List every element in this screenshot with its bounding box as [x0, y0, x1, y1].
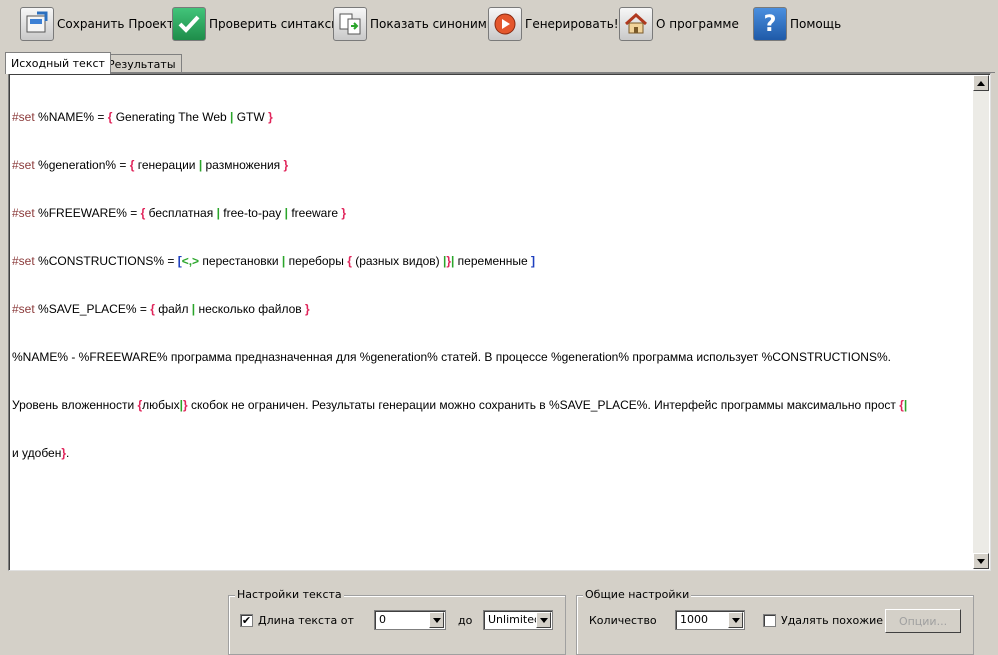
general-settings-group: Общие настройки Количество 1000 Удалять …: [576, 588, 974, 655]
text-settings-group: Настройки текста ✔ Длина текста от 0 до …: [228, 588, 566, 655]
count-combo[interactable]: 1000: [675, 610, 745, 630]
tab-source-text-label: Исходный текст: [11, 57, 105, 70]
show-synonyms-label: Показать синонимы: [370, 17, 497, 31]
synonyms-icon: [333, 7, 367, 41]
length-to-label: до: [458, 614, 473, 627]
length-from-value: 0: [379, 613, 386, 626]
length-from-combo[interactable]: 0: [374, 610, 446, 630]
editor-line: #set %generation% = { генерации | размно…: [12, 158, 289, 172]
tab-results[interactable]: Результаты: [102, 54, 182, 74]
editor-line: #set %NAME% = { Generating The Web | GTW…: [12, 110, 273, 124]
save-project-button[interactable]: Сохранить Проект: [20, 6, 174, 42]
options-button[interactable]: Опции...: [885, 609, 961, 633]
editor-line: #set %SAVE_PLACE% = { файл | несколько ф…: [12, 302, 310, 316]
general-settings-title: Общие настройки: [583, 588, 692, 601]
save-project-icon: [20, 7, 54, 41]
source-text-editor[interactable]: #set %NAME% = { Generating The Web | GTW…: [8, 73, 991, 571]
arrow-down-icon: [977, 558, 985, 564]
about-button[interactable]: О программе: [619, 6, 739, 42]
length-from-dropdown-button[interactable]: [429, 612, 444, 628]
show-synonyms-button[interactable]: Показать синонимы: [333, 6, 496, 42]
check-syntax-label: Проверить синтаксис: [209, 17, 346, 31]
about-label: О программе: [656, 17, 739, 31]
count-label: Количество: [589, 614, 657, 627]
count-value: 1000: [680, 613, 708, 626]
remove-similar-checkbox[interactable]: [763, 614, 776, 627]
help-glyph: ?: [763, 11, 777, 37]
generate-button[interactable]: Генерировать!: [488, 6, 619, 42]
length-to-value: Unlimited: [488, 613, 541, 626]
tab-source-text[interactable]: Исходный текст: [5, 52, 111, 74]
toolbar: Сохранить Проект Проверить синтаксис Пок…: [0, 0, 998, 48]
chevron-down-icon: [539, 617, 548, 623]
text-length-label: Длина текста от: [258, 614, 354, 627]
length-to-combo[interactable]: Unlimited: [483, 610, 553, 630]
editor-line: Уровень вложенности {любых|} скобок не о…: [12, 398, 908, 412]
generate-icon: [488, 7, 522, 41]
checkmark-icon: ✔: [241, 614, 252, 627]
editor-content: #set %NAME% = { Generating The Web | GTW…: [12, 77, 972, 493]
count-dropdown-button[interactable]: [728, 612, 743, 628]
tab-results-label: Результаты: [108, 58, 176, 71]
length-to-dropdown-button[interactable]: [536, 612, 551, 628]
home-icon: [619, 7, 653, 41]
check-syntax-icon: [172, 7, 206, 41]
editor-line: и удобен}.: [12, 446, 70, 460]
help-label: Помощь: [790, 17, 842, 31]
editor-line: #set %CONSTRUCTIONS% = [<,> перестановки…: [12, 254, 536, 268]
editor-line: %NAME% - %FREEWARE% программа предназнач…: [12, 350, 891, 364]
chevron-down-icon: [432, 617, 441, 623]
save-project-label: Сохранить Проект: [57, 17, 174, 31]
scroll-down-button[interactable]: [973, 553, 989, 569]
editor-vertical-scrollbar[interactable]: [973, 75, 989, 569]
arrow-up-icon: [977, 80, 985, 86]
help-icon: ?: [753, 7, 787, 41]
options-button-label: Опции...: [898, 614, 948, 628]
remove-similar-label: Удалять похожие: [781, 614, 884, 627]
text-settings-title: Настройки текста: [235, 588, 344, 601]
check-syntax-button[interactable]: Проверить синтаксис: [172, 6, 346, 42]
generate-label: Генерировать!: [525, 17, 619, 31]
chevron-down-icon: [731, 617, 740, 623]
text-length-checkbox[interactable]: ✔: [240, 614, 253, 627]
scroll-up-button[interactable]: [973, 75, 989, 91]
help-button[interactable]: ? Помощь: [753, 6, 841, 42]
editor-line: #set %FREEWARE% = { бесплатная | free-to…: [12, 206, 347, 220]
